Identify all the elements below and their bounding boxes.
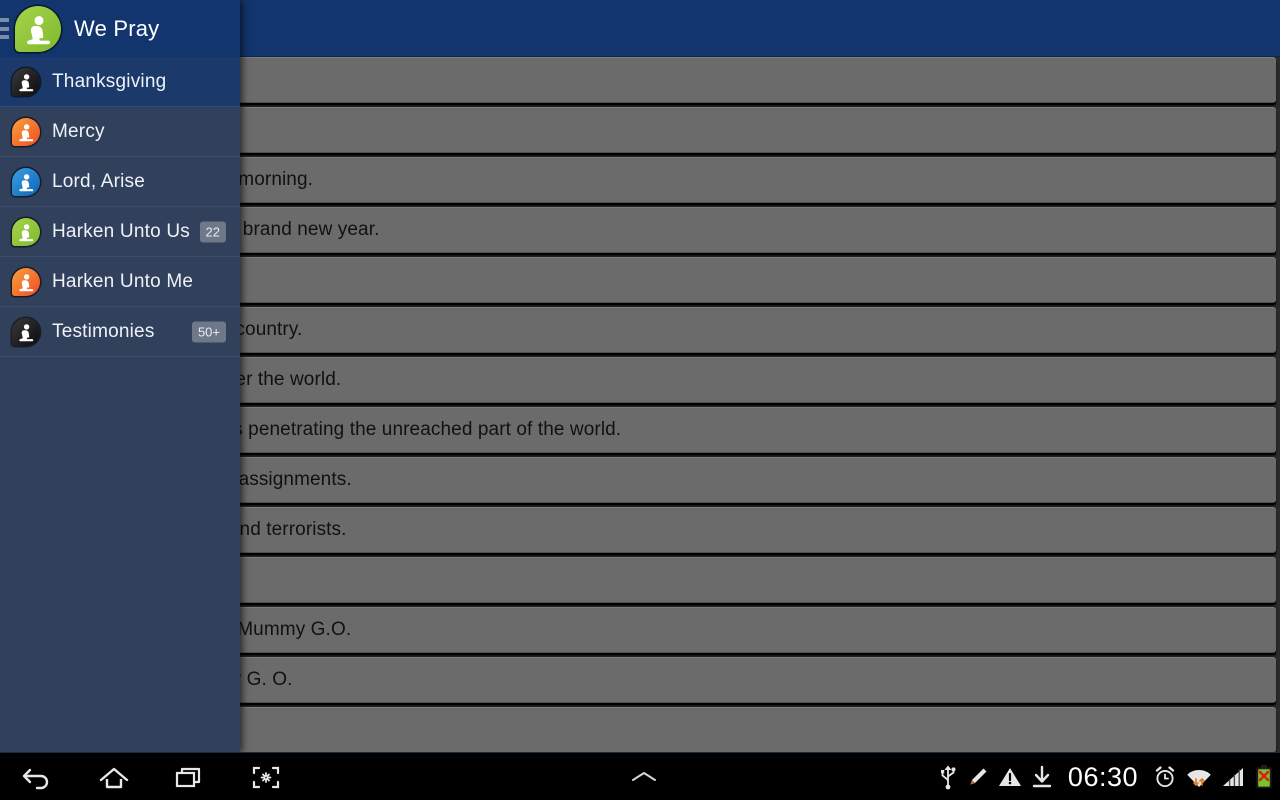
sidebar-item-lord-arise[interactable]: Lord, Arise bbox=[0, 157, 240, 207]
sidebar-item-mercy[interactable]: Mercy bbox=[0, 107, 240, 157]
sidebar-item-label: Harken Unto Us bbox=[52, 220, 190, 242]
sidebar-item-thanksgiving[interactable]: Thanksgiving bbox=[0, 57, 240, 107]
pray-icon bbox=[12, 67, 40, 96]
status-tray: 06:30 bbox=[938, 753, 1274, 800]
pray-icon bbox=[12, 167, 40, 196]
home-button[interactable] bbox=[76, 753, 152, 800]
pray-icon bbox=[12, 117, 40, 146]
status-clock: 06:30 bbox=[1067, 761, 1138, 792]
hamburger-icon[interactable] bbox=[0, 18, 9, 39]
sidebar-item-harken-unto-us[interactable]: Harken Unto Us 22 bbox=[0, 207, 240, 257]
pray-icon bbox=[12, 217, 40, 246]
sidebar-item-label: Testimonies bbox=[52, 320, 155, 342]
app-title: We Pray bbox=[74, 15, 160, 41]
sidebar-item-label: Lord, Arise bbox=[52, 170, 146, 192]
notification-handle[interactable] bbox=[620, 753, 668, 800]
signal-icon bbox=[1221, 766, 1245, 788]
recents-button[interactable] bbox=[152, 753, 228, 800]
sidebar-item-label: Thanksgiving bbox=[52, 70, 167, 92]
warning-icon bbox=[998, 766, 1022, 788]
back-button[interactable] bbox=[0, 753, 76, 800]
sidebar-item-label: Mercy bbox=[52, 120, 105, 142]
sidebar-item-badge: 50+ bbox=[191, 321, 226, 342]
drawer-header: We Pray bbox=[0, 0, 240, 57]
screenshot-button[interactable] bbox=[228, 753, 304, 800]
sidebar-item-badge: 22 bbox=[199, 221, 226, 242]
wifi-icon bbox=[1186, 765, 1212, 789]
pray-icon bbox=[12, 267, 40, 296]
system-navigation-bar: 06:30 bbox=[0, 752, 1280, 800]
drawer-item-list: Thanksgiving Mercy Lord, Arise Harken Unto … bbox=[0, 57, 240, 357]
navigation-drawer: We Pray Thanksgiving Mercy Lord, Arise Hark… bbox=[0, 0, 240, 752]
usb-icon bbox=[938, 764, 958, 790]
pray-icon bbox=[12, 317, 40, 346]
pencil-icon bbox=[967, 766, 989, 788]
nav-key-group bbox=[0, 753, 304, 800]
battery-error-icon bbox=[1254, 764, 1274, 790]
sidebar-item-label: Harken Unto Me bbox=[52, 270, 194, 292]
download-icon bbox=[1031, 765, 1053, 789]
sidebar-item-testimonies[interactable]: Testimonies 50+ bbox=[0, 307, 240, 357]
alarm-icon bbox=[1153, 765, 1177, 789]
screen: in ages past. is renewed upon us every m… bbox=[0, 0, 1280, 800]
pray-icon bbox=[15, 5, 61, 52]
sidebar-item-harken-unto-me[interactable]: Harken Unto Me bbox=[0, 257, 240, 307]
